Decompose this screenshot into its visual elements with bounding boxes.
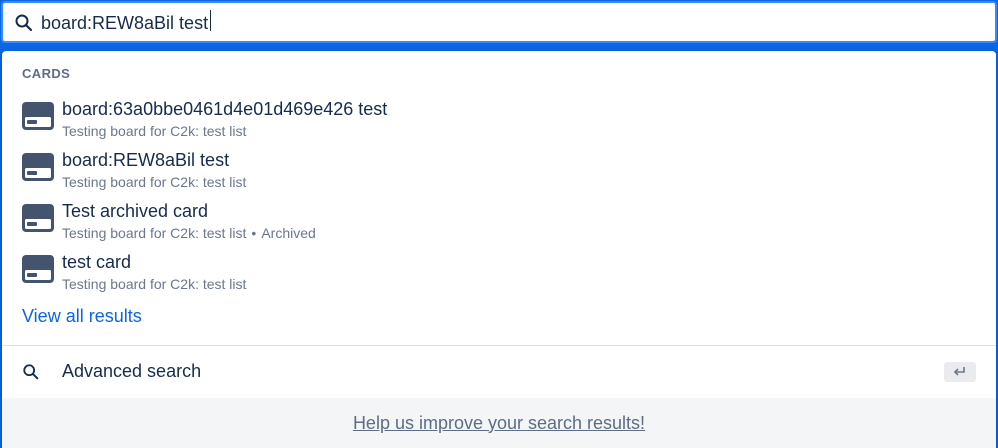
- result-title: test card: [62, 252, 132, 272]
- search-icon: [22, 363, 40, 381]
- feedback-footer: Help us improve your search results!: [2, 398, 996, 448]
- enter-key-icon: [944, 362, 976, 382]
- search-icon: [14, 13, 34, 33]
- result-subtitle-text: Testing board for C2k: test list: [62, 225, 247, 241]
- text-caret: [210, 10, 211, 31]
- search-results-dropdown: CARDS board:63a0bbe0461d4e01d469e426 tes…: [2, 51, 996, 448]
- result-item[interactable]: test card Testing board for C2k: test li…: [2, 247, 996, 297]
- result-subtitle: Testing board for C2k: test list • Archive…: [62, 225, 316, 241]
- archived-status: Archived: [261, 225, 316, 241]
- result-subtitle: Testing board for C2k: test list: [62, 174, 247, 190]
- card-icon: [22, 204, 54, 232]
- result-title: Test archived card: [62, 201, 209, 221]
- result-item[interactable]: board:63a0bbe0461d4e01d469e426 test Test…: [2, 94, 996, 144]
- card-icon: [22, 153, 54, 181]
- search-bar[interactable]: [1, 1, 997, 43]
- result-title: board:63a0bbe0461d4e01d469e426 test: [62, 99, 388, 119]
- section-heading-cards: CARDS: [22, 66, 71, 81]
- feedback-link[interactable]: Help us improve your search results!: [353, 413, 645, 434]
- card-icon: [22, 255, 54, 283]
- result-item[interactable]: board:REW8aBil test Testing board for C2…: [2, 145, 996, 195]
- result-subtitle: Testing board for C2k: test list: [62, 123, 247, 139]
- view-all-results-link[interactable]: View all results: [22, 306, 142, 327]
- card-icon: [22, 102, 54, 130]
- result-title: board:REW8aBil test: [62, 150, 230, 170]
- separator-dot: •: [251, 225, 257, 241]
- search-input[interactable]: [41, 9, 981, 37]
- result-item[interactable]: Test archived card Testing board for C2k…: [2, 196, 996, 246]
- advanced-search-row[interactable]: Advanced search: [2, 346, 996, 398]
- advanced-search-label: Advanced search: [62, 361, 202, 381]
- result-subtitle: Testing board for C2k: test list: [62, 276, 247, 292]
